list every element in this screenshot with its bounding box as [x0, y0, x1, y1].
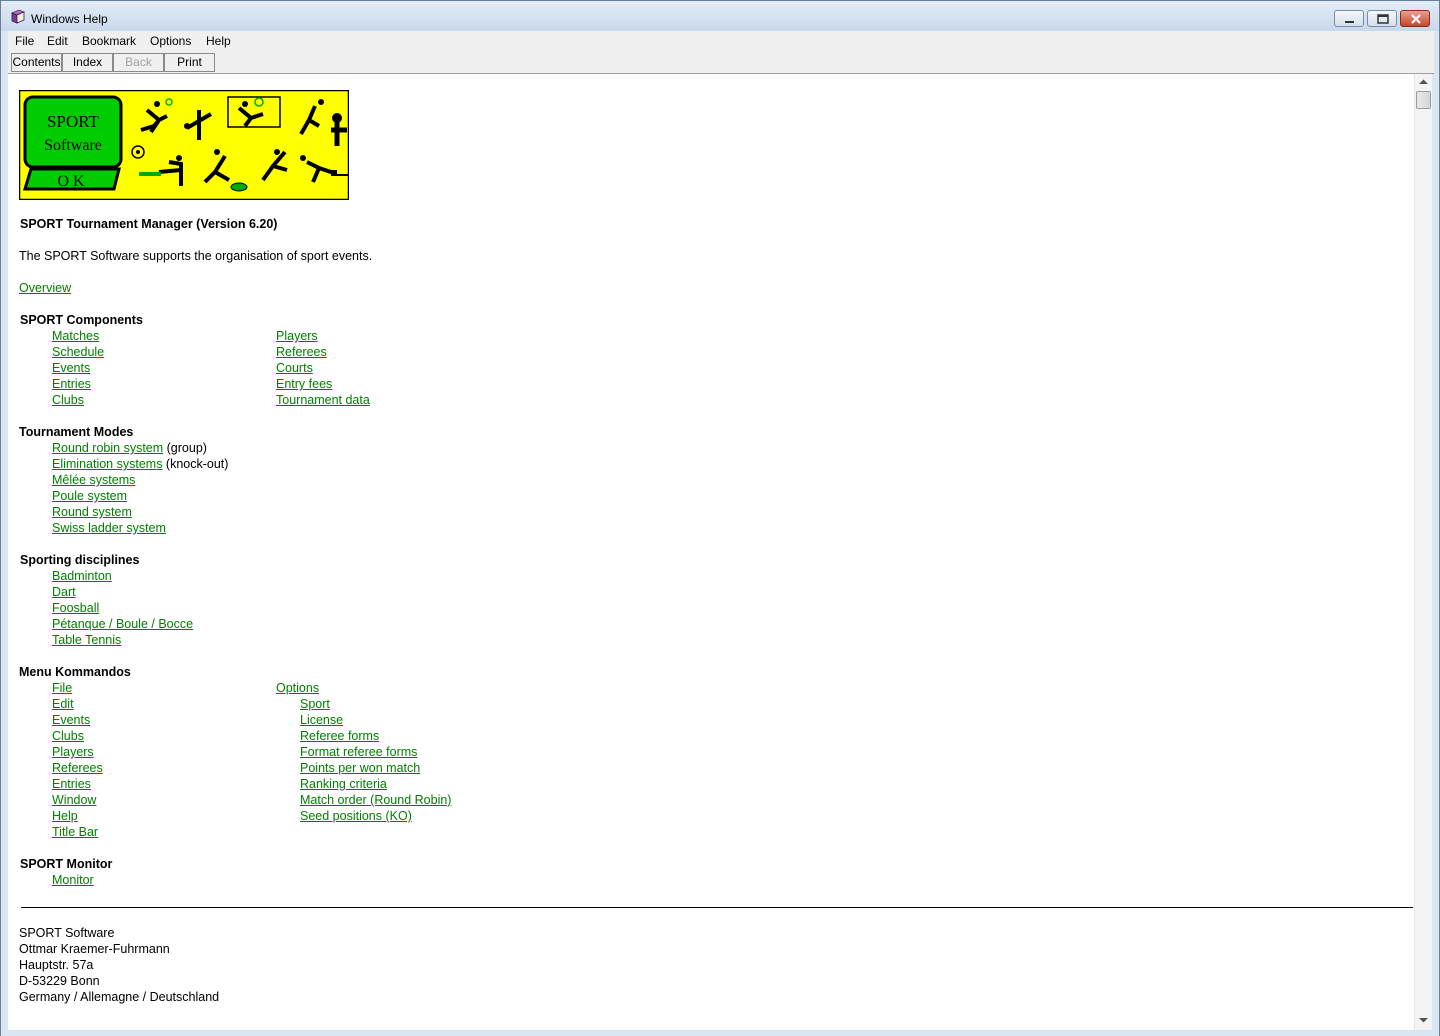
link-round-system[interactable]: Round system	[52, 505, 132, 519]
link-options-license[interactable]: License	[300, 713, 343, 727]
round-robin-suffix: (group)	[163, 441, 207, 455]
link-menu-entries[interactable]: Entries	[52, 777, 91, 791]
address-line-country: Germany / Allemagne / Deutschland	[19, 990, 220, 1004]
link-menu-title-bar[interactable]: Title Bar	[52, 825, 98, 839]
logo-text-sport: SPORT	[47, 112, 100, 131]
restore-icon	[1377, 14, 1389, 24]
menu-edit[interactable]: Edit	[47, 34, 68, 48]
back-button[interactable]: Back	[113, 53, 164, 72]
minimize-icon	[1345, 21, 1354, 23]
link-events[interactable]: Events	[52, 361, 90, 375]
print-button[interactable]: Print	[164, 53, 215, 72]
link-foosball[interactable]: Foosball	[52, 601, 99, 615]
link-dart[interactable]: Dart	[52, 585, 76, 599]
link-elimination[interactable]: Elimination systems	[52, 457, 162, 471]
address-line-company: SPORT Software	[19, 926, 115, 940]
modes-heading: Tournament Modes	[19, 425, 134, 439]
toolbar: Contents Index Back Print	[8, 51, 1434, 74]
link-referees[interactable]: Referees	[276, 345, 327, 359]
help-window: Windows Help File Edit Bookmark Options …	[0, 0, 1440, 1036]
divider	[21, 907, 1413, 908]
link-petanque[interactable]: Pétanque / Boule / Bocce	[52, 617, 193, 631]
intro-text: The SPORT Software supports the organisa…	[19, 249, 373, 263]
link-options-sport[interactable]: Sport	[300, 697, 330, 711]
link-options-referee-forms[interactable]: Referee forms	[300, 729, 379, 743]
link-players[interactable]: Players	[276, 329, 318, 343]
link-menu-players[interactable]: Players	[52, 745, 94, 759]
menu-help[interactable]: Help	[206, 34, 231, 48]
link-badminton[interactable]: Badminton	[52, 569, 112, 583]
menu-bar: File Edit Bookmark Options Help	[8, 31, 1434, 51]
link-schedule[interactable]: Schedule	[52, 345, 104, 359]
link-entry-fees[interactable]: Entry fees	[276, 377, 332, 391]
link-menu-edit[interactable]: Edit	[52, 697, 74, 711]
elimination-suffix: (knock-out)	[162, 457, 229, 471]
scroll-down-arrow-icon[interactable]	[1419, 1017, 1428, 1023]
link-options-match-order[interactable]: Match order (Round Robin)	[300, 793, 451, 807]
link-clubs[interactable]: Clubs	[52, 393, 84, 407]
disciplines-heading: Sporting disciplines	[20, 553, 140, 567]
logo-text-software: Software	[44, 137, 102, 154]
window-title: Windows Help	[31, 12, 108, 26]
close-icon	[1411, 14, 1421, 24]
link-options-format-referee-forms[interactable]: Format referee forms	[300, 745, 417, 759]
link-menu-clubs[interactable]: Clubs	[52, 729, 84, 743]
scroll-up-arrow-icon[interactable]	[1419, 79, 1428, 85]
index-button[interactable]: Index	[62, 53, 113, 72]
address-line-street: Hauptstr. 57a	[19, 958, 94, 972]
help-book-icon	[10, 10, 26, 24]
overview-link[interactable]: Overview	[19, 281, 71, 295]
address-line-name: Ottmar Kraemer-Fuhrmann	[19, 942, 170, 956]
link-poule[interactable]: Poule system	[52, 489, 127, 503]
restore-button[interactable]	[1367, 10, 1397, 27]
components-heading: SPORT Components	[20, 313, 143, 327]
link-options-seed-positions[interactable]: Seed positions (KO)	[300, 809, 412, 823]
menu-kommandos-heading: Menu Kommandos	[19, 665, 131, 679]
list-item: Elimination systems (knock-out)	[52, 457, 228, 471]
link-menu-file[interactable]: File	[52, 681, 72, 695]
contents-button[interactable]: Contents	[11, 53, 62, 72]
link-table-tennis[interactable]: Table Tennis	[52, 633, 121, 647]
link-menu-help[interactable]: Help	[52, 809, 78, 823]
link-options-ranking[interactable]: Ranking criteria	[300, 777, 387, 791]
link-matches[interactable]: Matches	[52, 329, 99, 343]
list-item: Round robin system (group)	[52, 441, 207, 455]
link-courts[interactable]: Courts	[276, 361, 313, 375]
scrollbar-thumb[interactable]	[1416, 91, 1431, 109]
sport-software-logo: SPORT Software O K	[19, 90, 349, 200]
window-bottom-border	[1, 1030, 1439, 1036]
link-monitor[interactable]: Monitor	[52, 873, 94, 887]
link-menu-window[interactable]: Window	[52, 793, 96, 807]
menu-options[interactable]: Options	[150, 34, 191, 48]
link-swiss-ladder[interactable]: Swiss ladder system	[52, 521, 166, 535]
link-options-points[interactable]: Points per won match	[300, 761, 420, 775]
link-entries[interactable]: Entries	[52, 377, 91, 391]
page-title: SPORT Tournament Manager (Version 6.20)	[20, 217, 278, 231]
menu-bookmark[interactable]: Bookmark	[82, 34, 136, 48]
logo-text-ok: O K	[57, 173, 85, 190]
minimize-button[interactable]	[1334, 10, 1364, 27]
link-tournament-data[interactable]: Tournament data	[276, 393, 370, 407]
vertical-scrollbar[interactable]	[1414, 74, 1432, 1030]
help-content: SPORT Software O K SPORT Tournament Mana…	[8, 74, 1414, 1030]
link-menu-referees[interactable]: Referees	[52, 761, 103, 775]
link-menu-events[interactable]: Events	[52, 713, 90, 727]
address-line-city: D-53229 Bonn	[19, 974, 100, 988]
close-button[interactable]	[1400, 10, 1430, 27]
link-options[interactable]: Options	[276, 681, 319, 695]
monitor-heading: SPORT Monitor	[20, 857, 113, 871]
link-melee[interactable]: Mêlée systems	[52, 473, 135, 487]
title-bar[interactable]: Windows Help	[1, 1, 1439, 31]
link-round-robin[interactable]: Round robin system	[52, 441, 163, 455]
menu-file[interactable]: File	[15, 34, 34, 48]
